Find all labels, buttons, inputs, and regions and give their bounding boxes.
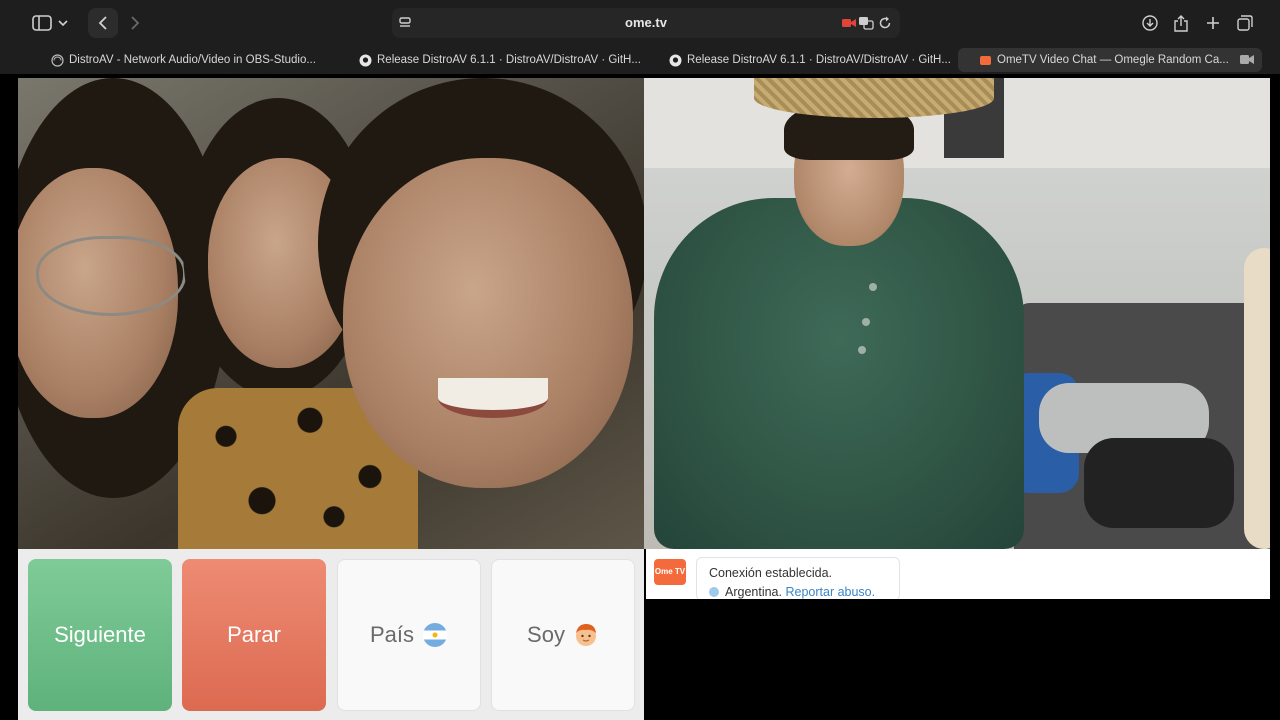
argentina-flag-icon bbox=[422, 622, 448, 648]
next-button-label: Siguiente bbox=[54, 622, 146, 647]
stranger-video bbox=[18, 78, 644, 549]
ometv-logo: Ome TV bbox=[654, 559, 686, 585]
report-abuse-link[interactable]: Reportar abuso. bbox=[785, 585, 875, 599]
stop-button[interactable]: Parar bbox=[182, 559, 326, 711]
next-button[interactable]: Siguiente bbox=[28, 559, 172, 711]
tab-camera-icon bbox=[1240, 54, 1254, 68]
tab-label: DistroAV - Network Audio/Video in OBS-St… bbox=[69, 54, 316, 66]
country-button-label: País bbox=[369, 622, 415, 647]
tab-overview-button[interactable] bbox=[1234, 8, 1256, 38]
tab-distroav-release-1[interactable]: Release DistroAV 6.1.1 · DistroAV/Distro… bbox=[354, 48, 654, 72]
reload-icon[interactable] bbox=[878, 16, 892, 30]
chevron-right-icon bbox=[131, 16, 140, 30]
globe-icon bbox=[50, 53, 64, 67]
green-shirt bbox=[654, 198, 1024, 549]
tab-distroav-release-2[interactable]: Release DistroAV 6.1.1 · DistroAV/Distro… bbox=[664, 48, 964, 72]
smile bbox=[438, 378, 548, 418]
chat-controls: Siguiente Parar País Soy bbox=[18, 549, 644, 720]
browser-toolbar: ome.tv bbox=[0, 0, 1280, 46]
connection-status: Conexión establecida. bbox=[709, 566, 832, 580]
partner-country: Argentina. bbox=[725, 585, 782, 599]
straw-hat bbox=[754, 78, 994, 118]
globe-small-icon bbox=[709, 587, 719, 597]
new-tab-button[interactable] bbox=[1202, 8, 1224, 38]
back-button[interactable] bbox=[88, 8, 118, 38]
ometv-favicon-icon bbox=[978, 53, 992, 67]
tab-distroav-obs[interactable]: DistroAV - Network Audio/Video in OBS-St… bbox=[46, 48, 346, 72]
self-video bbox=[644, 78, 1270, 549]
download-icon bbox=[1142, 15, 1158, 31]
github-icon bbox=[668, 53, 682, 67]
tab-label: OmeTV Video Chat — Omegle Random Ca... bbox=[997, 54, 1229, 66]
chevron-down-icon bbox=[58, 20, 68, 27]
forward-button[interactable] bbox=[120, 8, 150, 38]
plus-icon bbox=[1207, 17, 1219, 29]
tab-label: Release DistroAV 6.1.1 · DistroAV/Distro… bbox=[687, 54, 951, 66]
sidebar-icon bbox=[32, 15, 52, 31]
share-button[interactable] bbox=[1170, 8, 1192, 38]
partner-country-line: Argentina. Reportar abuso. bbox=[709, 585, 887, 599]
gender-button-label: Soy bbox=[527, 622, 565, 647]
camera-recording-icon[interactable] bbox=[842, 17, 856, 29]
stop-button-label: Parar bbox=[227, 622, 281, 647]
sidebar-toggle-button[interactable] bbox=[28, 8, 72, 38]
tab-ometv[interactable]: OmeTV Video Chat — Omegle Random Ca... bbox=[958, 48, 1262, 72]
gender-filter-button[interactable]: Soy bbox=[491, 559, 635, 711]
address-bar[interactable]: ome.tv bbox=[392, 8, 900, 38]
share-icon bbox=[1174, 14, 1188, 32]
glasses bbox=[36, 236, 186, 316]
chat-panel: Ome TV Conexión establecida. Argentina. … bbox=[646, 549, 1270, 599]
github-icon bbox=[358, 53, 372, 67]
tabs-icon bbox=[1237, 15, 1253, 31]
tab-bar: DistroAV - Network Audio/Video in OBS-St… bbox=[0, 46, 1280, 74]
boy-face-icon bbox=[573, 622, 599, 648]
system-message: Conexión establecida. Argentina. Reporta… bbox=[696, 557, 900, 599]
country-filter-button[interactable]: País bbox=[337, 559, 481, 711]
tab-label: Release DistroAV 6.1.1 · DistroAV/Distro… bbox=[377, 54, 641, 66]
downloads-button[interactable] bbox=[1138, 8, 1162, 38]
address-text: ome.tv bbox=[625, 15, 667, 30]
chevron-left-icon bbox=[98, 16, 107, 30]
translate-icon[interactable] bbox=[858, 16, 874, 30]
